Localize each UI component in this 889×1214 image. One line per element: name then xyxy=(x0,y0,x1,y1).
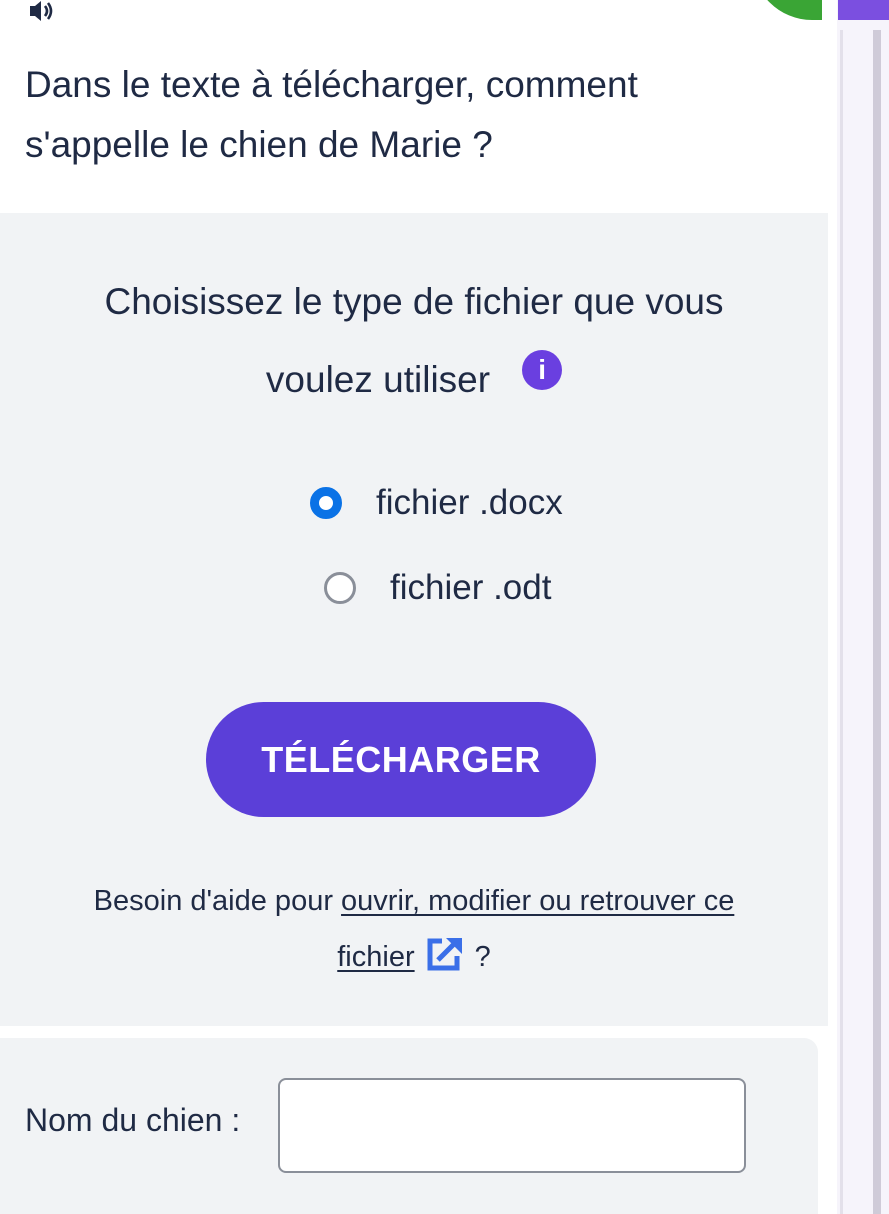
progress-tab xyxy=(838,0,889,20)
file-type-prompt-line-2-text: voulez utiliser xyxy=(265,359,491,400)
file-type-prompt-line-2: voulez utiliser i xyxy=(0,341,828,419)
radio-option-odt[interactable]: fichier .odt xyxy=(324,568,551,608)
file-type-prompt: Choisissez le type de fichier que vous v… xyxy=(0,263,828,419)
dog-name-input[interactable] xyxy=(278,1078,746,1173)
divider xyxy=(840,30,843,1214)
help-text: Besoin d'aide pour ouvrir, modifier ou r… xyxy=(0,873,828,985)
info-icon[interactable]: i xyxy=(522,350,563,391)
speaker-icon[interactable] xyxy=(28,0,54,22)
help-line-1: Besoin d'aide pour ouvrir, modifier ou r… xyxy=(0,873,828,929)
external-link-icon[interactable] xyxy=(425,935,465,973)
help-line-2: fichier ? xyxy=(0,929,828,985)
help-suffix: ? xyxy=(474,941,491,973)
scrollbar-track[interactable] xyxy=(873,30,881,1214)
download-panel: Choisissez le type de fichier que vous v… xyxy=(0,213,828,1026)
question-line-1: Dans le texte à télécharger, comment xyxy=(25,64,638,105)
radio-label-docx: fichier .docx xyxy=(376,483,563,522)
file-type-prompt-line-1: Choisissez le type de fichier que vous xyxy=(104,281,724,322)
side-scroll-region xyxy=(837,0,889,1214)
help-link[interactable]: ouvrir, modifier ou retrouver ce xyxy=(341,885,734,917)
help-link-end[interactable]: fichier xyxy=(337,941,414,973)
answer-section: Nom du chien : xyxy=(0,1038,818,1214)
status-decoration xyxy=(752,0,822,20)
radio-button[interactable] xyxy=(324,572,356,604)
radio-button-selected[interactable] xyxy=(310,487,342,519)
dog-name-label: Nom du chien : xyxy=(25,1102,241,1138)
question-text: Dans le texte à télécharger, comment s'a… xyxy=(25,55,725,175)
question-line-2: s'appelle le chien de Marie ? xyxy=(25,124,493,165)
help-prefix: Besoin d'aide pour xyxy=(93,885,333,917)
radio-option-docx[interactable]: fichier .docx xyxy=(310,483,563,523)
download-button[interactable]: TÉLÉCHARGER xyxy=(206,702,596,817)
radio-label-odt: fichier .odt xyxy=(390,568,552,607)
